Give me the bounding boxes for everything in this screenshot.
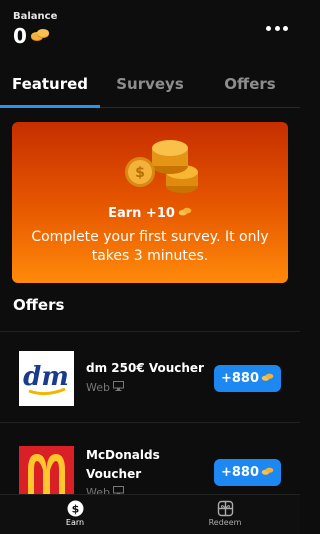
tab-featured[interactable]: Featured xyxy=(0,64,100,108)
more-dot xyxy=(266,25,271,31)
banner-description: Complete your first survey. It only take… xyxy=(31,229,269,264)
nav-label: Redeem xyxy=(208,518,242,527)
first-survey-banner[interactable]: $ Earn +10 Complete your first survey. I… xyxy=(12,122,288,283)
bottom-navigation: $ Earn Redeem xyxy=(0,494,300,534)
more-options-button[interactable] xyxy=(266,20,288,36)
coin-icon xyxy=(261,465,274,480)
offer-item-dm[interactable]: dm dm 250€ Voucher Web +880 xyxy=(0,332,300,422)
nav-earn[interactable]: $ Earn xyxy=(0,495,150,534)
offer-title: McDonalds Voucher xyxy=(86,448,160,481)
earn-amount-text: Earn +10 xyxy=(108,206,175,221)
svg-text:dm: dm xyxy=(23,362,69,392)
header: Balance 0 xyxy=(0,0,300,60)
banner-earn-label: Earn +10 xyxy=(12,206,288,221)
offer-title: dm 250€ Voucher xyxy=(86,361,204,375)
tab-offers[interactable]: Offers xyxy=(200,64,300,107)
reward-button[interactable]: +880 xyxy=(214,459,281,486)
balance-display: 0 xyxy=(13,24,50,48)
gift-icon xyxy=(217,500,234,517)
balance-value: 0 xyxy=(13,24,27,48)
coin-icon xyxy=(30,27,50,46)
svg-text:$: $ xyxy=(71,503,79,516)
tab-bar: Featured Surveys Offers xyxy=(0,64,300,108)
balance-label: Balance xyxy=(13,11,58,22)
more-dot xyxy=(274,25,280,31)
monitor-icon xyxy=(112,381,124,394)
nav-redeem[interactable]: Redeem xyxy=(150,495,300,534)
platform-label: Web xyxy=(86,381,110,394)
nav-label: Earn xyxy=(65,518,85,527)
tab-surveys[interactable]: Surveys xyxy=(100,64,200,107)
coins-stack-icon: $ xyxy=(122,136,202,198)
svg-text:$: $ xyxy=(135,165,145,181)
reward-amount: +880 xyxy=(220,465,260,480)
more-dot xyxy=(283,25,288,31)
offers-section-title: Offers xyxy=(13,296,65,314)
reward-button[interactable]: +880 xyxy=(214,365,281,392)
offer-platform: Web xyxy=(86,381,124,394)
coin-icon xyxy=(178,206,192,221)
dm-logo: dm xyxy=(19,351,74,406)
dollar-icon: $ xyxy=(67,500,84,517)
coin-icon xyxy=(261,371,274,386)
mcdonalds-logo xyxy=(19,446,74,501)
reward-amount: +880 xyxy=(220,371,260,386)
